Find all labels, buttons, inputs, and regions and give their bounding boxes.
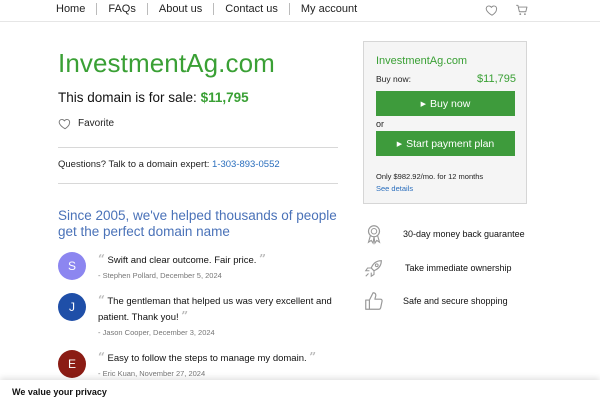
close-quote-icon: ” [181,309,189,323]
open-quote-icon: “ [98,293,105,307]
play-arrow-icon: ▶ [420,100,427,108]
sale-price: $11,795 [200,90,249,105]
review-meta: - Jason Cooper, December 3, 2024 [98,328,215,337]
review-meta: - Eric Kuan, November 27, 2024 [98,369,206,378]
payment-plan-button[interactable]: ▶ Start payment plan [376,131,515,156]
feature-ownership: Take immediate ownership [363,257,563,281]
review-quote: “ Easy to follow the steps to manage my … [98,350,346,366]
heart-icon [58,118,71,130]
domain-title: InvestmentAg.com [58,48,275,78]
review-meta: - Stephen Pollard, December 5, 2024 [98,271,222,280]
review-text: Swift and clear outcome. Fair price. [107,255,257,266]
phone-link[interactable]: 1-303-893-0552 [212,159,280,170]
sale-prefix: This domain is for sale: [58,90,201,105]
buy-box: InvestmentAg.com Buy now: $11,795 ▶ Buy n… [363,41,527,204]
nav-home-link[interactable]: Home [56,3,85,15]
review-body: “ Swift and clear outcome. Fair price. ”… [98,252,346,280]
feature-text: Take immediate ownership [405,263,512,273]
buy-now-price: $11,795 [477,73,516,85]
see-details-link[interactable]: See details [376,184,413,193]
open-quote-icon: “ [98,252,105,266]
rocket-icon [364,260,382,278]
avatar: J [58,293,86,321]
nav-divider [213,3,215,15]
buybox-domain-title: InvestmentAg.com [376,55,468,67]
close-quote-icon: ” [309,350,317,364]
thumbs-up-icon [365,292,383,310]
feature-text: Safe and secure shopping [403,296,508,306]
close-quote-icon: ” [259,252,266,266]
monthly-price-text: Only $982.92/mo. for 12 months [376,172,484,181]
feature-secure: Safe and secure shopping [363,290,563,314]
privacy-title: We value your privacy [12,387,107,397]
review-text: The gentleman that helped us was very ex… [98,296,332,323]
nav-account-link[interactable]: My account [301,3,357,15]
buy-now-label: Buy now: [376,74,411,84]
nav-faqs-link[interactable]: FAQs [108,3,136,15]
divider [58,147,338,148]
avatar: E [58,350,86,378]
cart-icon[interactable] [515,3,529,17]
open-quote-icon: “ [98,350,105,364]
testimonials-heading: Since 2005, we've helped thousands of pe… [58,208,337,239]
or-label: or [376,119,385,129]
nav-links: Home FAQs About us Contact us My account [56,3,357,15]
payment-plan-button-label: Start payment plan [406,137,495,150]
nav-divider [96,3,98,15]
nav-divider [146,3,148,15]
review-body: “ Easy to follow the steps to manage my … [98,350,346,378]
feature-money-back: 30-day money back guarantee [363,223,563,247]
privacy-banner: We value your privacy [0,380,600,400]
favorite-button[interactable]: Favorite [58,117,114,130]
nav-about-link[interactable]: About us [159,3,202,15]
award-ribbon-icon [367,225,381,245]
play-arrow-icon: ▶ [396,140,403,148]
divider [58,183,338,184]
favorite-label: Favorite [78,118,115,129]
contact-line: Questions? Talk to a domain expert: 1-30… [58,159,280,170]
nav-divider [288,3,290,15]
avatar: S [58,252,86,280]
contact-prompt: Questions? Talk to a domain expert: [58,159,213,170]
review-quote: “ Swift and clear outcome. Fair price. ” [98,252,346,268]
buy-now-button[interactable]: ▶ Buy now [376,91,515,116]
buy-now-row: Buy now: $11,795 [376,73,516,85]
heart-icon[interactable] [485,3,499,17]
review-body: “ The gentleman that helped us was very … [98,293,346,337]
buy-now-button-label: Buy now [430,97,471,110]
top-navigation: Home FAQs About us Contact us My account [0,0,600,22]
sale-line: This domain is for sale: $11,795 [58,90,249,105]
review-quote: “ The gentleman that helped us was very … [98,293,346,325]
nav-contact-link[interactable]: Contact us [225,3,278,15]
feature-text: 30-day money back guarantee [403,229,525,239]
review-text: Easy to follow the steps to manage my do… [107,353,307,364]
